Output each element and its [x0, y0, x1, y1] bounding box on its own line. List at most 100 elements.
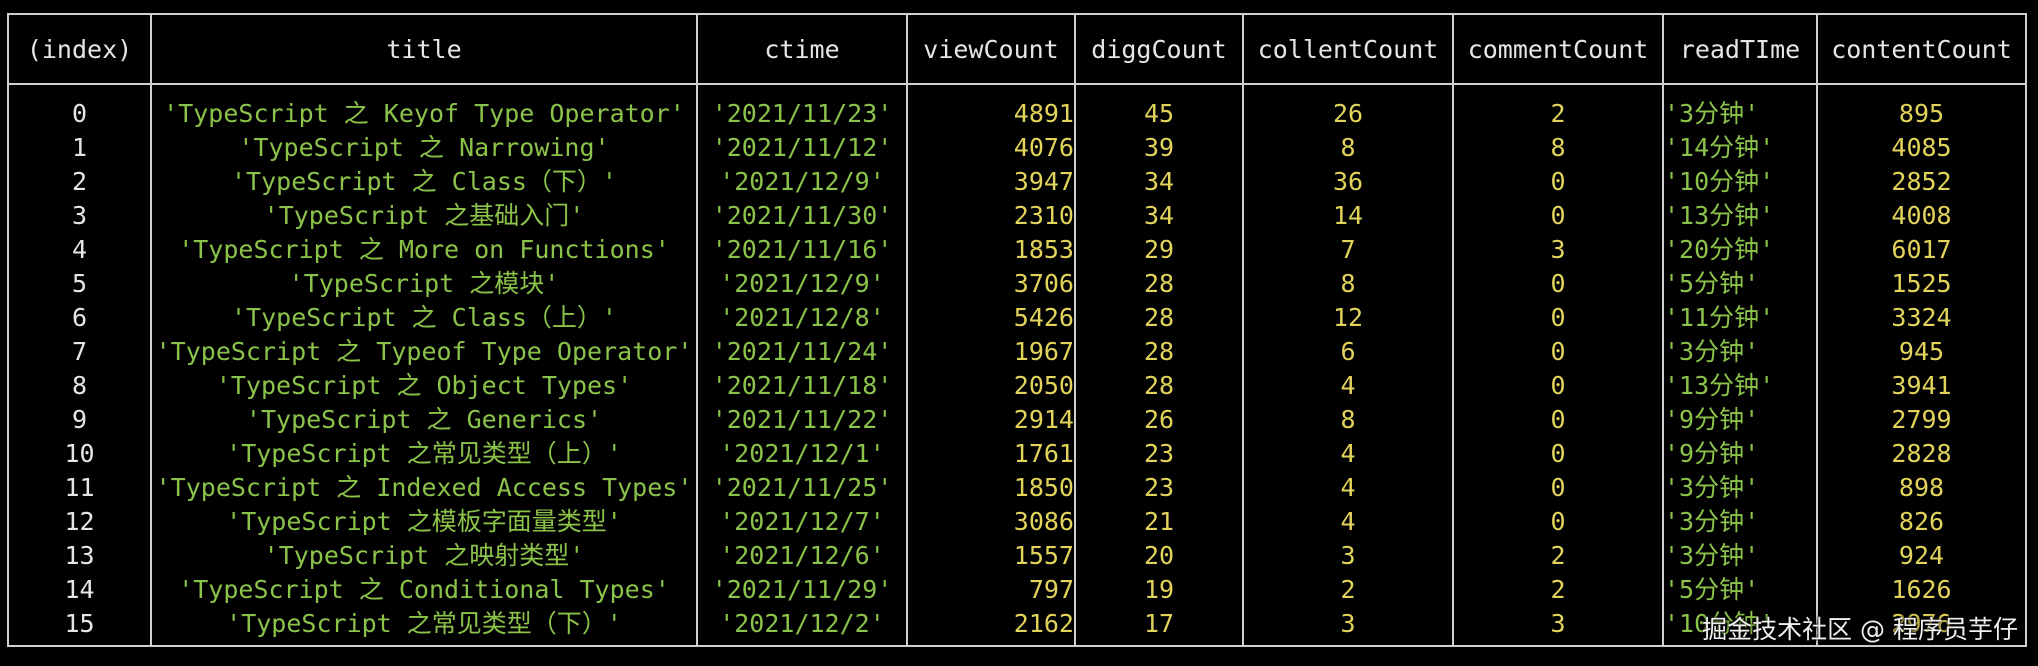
cell-ctime: '2021/11/16' — [696, 233, 908, 267]
cell-read-time: '3分钟' — [1662, 335, 1818, 369]
cell-read-time: '3分钟' — [1662, 471, 1818, 505]
cell-read-time: '13分钟' — [1662, 369, 1818, 403]
cell-comment-count: 0 — [1452, 267, 1664, 301]
cell-read-time: '5分钟' — [1662, 267, 1818, 301]
cell-content-count: 826 — [1816, 505, 2027, 539]
cell-view-count: 2310 — [906, 199, 1076, 233]
cell-collent-count: 3 — [1242, 607, 1454, 647]
cell-index: 1 — [7, 131, 152, 165]
cell-collent-count: 26 — [1242, 84, 1454, 131]
cell-collent-count: 7 — [1242, 233, 1454, 267]
cell-title: 'TypeScript 之 Keyof Type Operator' — [150, 84, 698, 131]
cell-digg-count: 21 — [1074, 505, 1244, 539]
cell-content-count: 1525 — [1816, 267, 2027, 301]
cell-title: 'TypeScript 之 Class（上）' — [150, 301, 698, 335]
cell-index: 10 — [7, 437, 152, 471]
table-row: 0 'TypeScript 之 Keyof Type Operator' '2021… — [7, 84, 2027, 131]
cell-ctime: '2021/12/2' — [696, 607, 908, 647]
cell-ctime: '2021/12/7' — [696, 505, 908, 539]
cell-ctime: '2021/12/1' — [696, 437, 908, 471]
cell-view-count: 1850 — [906, 471, 1076, 505]
table-row: 12 'TypeScript 之模板字面量类型' '2021/12/7' 3086 21… — [7, 505, 2027, 539]
cell-view-count: 1761 — [906, 437, 1076, 471]
cell-digg-count: 28 — [1074, 369, 1244, 403]
cell-index: 13 — [7, 539, 152, 573]
cell-ctime: '2021/12/8' — [696, 301, 908, 335]
cell-title: 'TypeScript 之常见类型（下）' — [150, 607, 698, 647]
table-row: 7 'TypeScript 之 Typeof Type Operator' '202… — [7, 335, 2027, 369]
cell-digg-count: 28 — [1074, 335, 1244, 369]
cell-read-time: '13分钟' — [1662, 199, 1818, 233]
table-body: 0 'TypeScript 之 Keyof Type Operator' '2021… — [7, 84, 2027, 647]
cell-index: 0 — [7, 84, 152, 131]
cell-read-time: '14分钟' — [1662, 131, 1818, 165]
cell-index: 8 — [7, 369, 152, 403]
cell-comment-count: 0 — [1452, 369, 1664, 403]
cell-ctime: '2021/11/30' — [696, 199, 908, 233]
cell-content-count: 1626 — [1816, 573, 2027, 607]
cell-view-count: 3706 — [906, 267, 1076, 301]
cell-view-count: 797 — [906, 573, 1076, 607]
cell-read-time: '11分钟' — [1662, 301, 1818, 335]
cell-title: 'TypeScript 之 Indexed Access Types' — [150, 471, 698, 505]
cell-digg-count: 19 — [1074, 573, 1244, 607]
cell-title: 'TypeScript 之 Typeof Type Operator' — [150, 335, 698, 369]
cell-collent-count: 36 — [1242, 165, 1454, 199]
cell-collent-count: 4 — [1242, 471, 1454, 505]
cell-read-time: '3分钟' — [1662, 505, 1818, 539]
cell-content-count: 6017 — [1816, 233, 2027, 267]
cell-title: 'TypeScript 之 Generics' — [150, 403, 698, 437]
cell-content-count: 895 — [1816, 84, 2027, 131]
cell-title: 'TypeScript 之基础入门' — [150, 199, 698, 233]
cell-digg-count: 29 — [1074, 233, 1244, 267]
cell-digg-count: 45 — [1074, 84, 1244, 131]
console-output: (index) title ctime viewCount diggCount … — [0, 0, 2038, 666]
cell-collent-count: 8 — [1242, 267, 1454, 301]
cell-index: 11 — [7, 471, 152, 505]
cell-content-count: 4085 — [1816, 131, 2027, 165]
header-read-time: readTIme — [1662, 13, 1818, 85]
cell-collent-count: 8 — [1242, 403, 1454, 437]
cell-read-time: '3分钟' — [1662, 84, 1818, 131]
cell-view-count: 2914 — [906, 403, 1076, 437]
cell-collent-count: 4 — [1242, 437, 1454, 471]
header-view-count: viewCount — [906, 13, 1076, 85]
cell-read-time: '20分钟' — [1662, 233, 1818, 267]
cell-index: 7 — [7, 335, 152, 369]
cell-ctime: '2021/12/9' — [696, 267, 908, 301]
cell-ctime: '2021/11/12' — [696, 131, 908, 165]
cell-ctime: '2021/11/23' — [696, 84, 908, 131]
header-ctime: ctime — [696, 13, 908, 85]
header-index: (index) — [7, 13, 152, 85]
header-title: title — [150, 13, 698, 85]
cell-digg-count: 39 — [1074, 131, 1244, 165]
cell-ctime: '2021/11/29' — [696, 573, 908, 607]
cell-content-count: 2799 — [1816, 403, 2027, 437]
cell-read-time: '9分钟' — [1662, 437, 1818, 471]
table-row: 2 'TypeScript 之 Class（下）' '2021/12/9' 3947 3… — [7, 165, 2027, 199]
cell-title: 'TypeScript 之模板字面量类型' — [150, 505, 698, 539]
cell-comment-count: 0 — [1452, 165, 1664, 199]
table-header-row: (index) title ctime viewCount diggCount … — [7, 13, 2027, 85]
cell-index: 2 — [7, 165, 152, 199]
cell-collent-count: 6 — [1242, 335, 1454, 369]
cell-collent-count: 3 — [1242, 539, 1454, 573]
table-row: 10 'TypeScript 之常见类型（上）' '2021/12/1' 1761 23… — [7, 437, 2027, 471]
cell-content-count: 2852 — [1816, 165, 2027, 199]
cell-digg-count: 28 — [1074, 267, 1244, 301]
cell-collent-count: 2 — [1242, 573, 1454, 607]
cell-title: 'TypeScript 之常见类型（上）' — [150, 437, 698, 471]
cell-ctime: '2021/11/22' — [696, 403, 908, 437]
header-digg-count: diggCount — [1074, 13, 1244, 85]
cell-comment-count: 3 — [1452, 607, 1664, 647]
cell-view-count: 4076 — [906, 131, 1076, 165]
cell-view-count: 1967 — [906, 335, 1076, 369]
cell-comment-count: 2 — [1452, 573, 1664, 607]
table-row: 4 'TypeScript 之 More on Functions' '2021/1… — [7, 233, 2027, 267]
cell-collent-count: 4 — [1242, 505, 1454, 539]
cell-title: 'TypeScript 之 Narrowing' — [150, 131, 698, 165]
cell-comment-count: 0 — [1452, 335, 1664, 369]
cell-view-count: 3947 — [906, 165, 1076, 199]
header-comment-count: commentCount — [1452, 13, 1664, 85]
cell-comment-count: 3 — [1452, 233, 1664, 267]
